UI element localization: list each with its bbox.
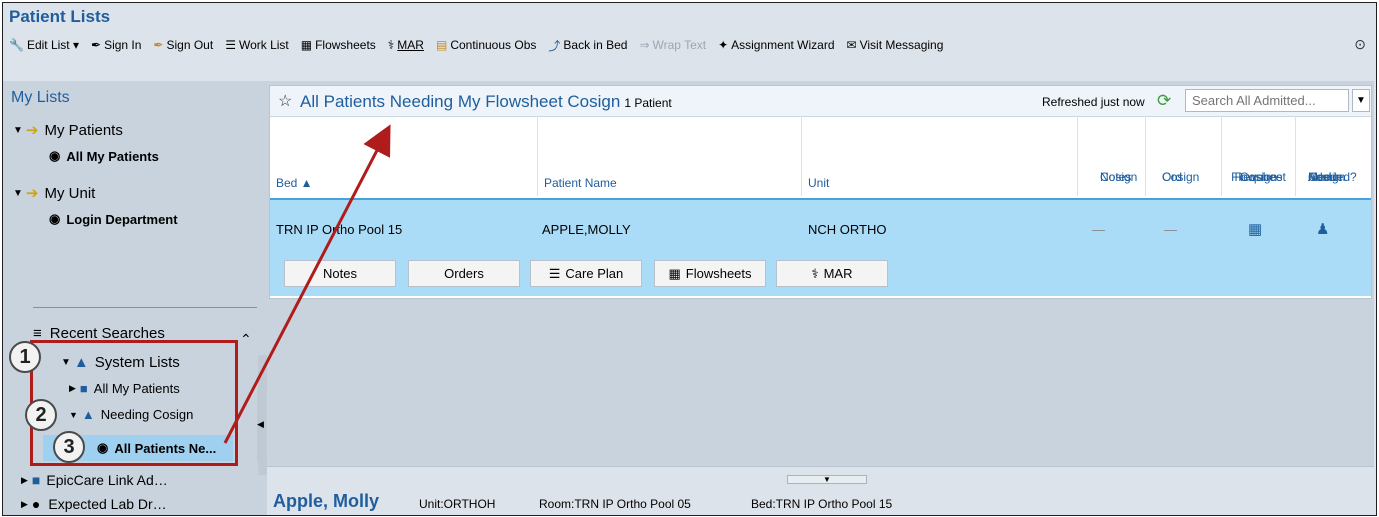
annotation-arrow: [223, 124, 391, 444]
patient-lists-window: Patient Lists 🔧 Edit List ▾ ✒ Sign In ✒ Sig…: [2, 2, 1377, 516]
annotation-arrow-line: [223, 124, 391, 444]
